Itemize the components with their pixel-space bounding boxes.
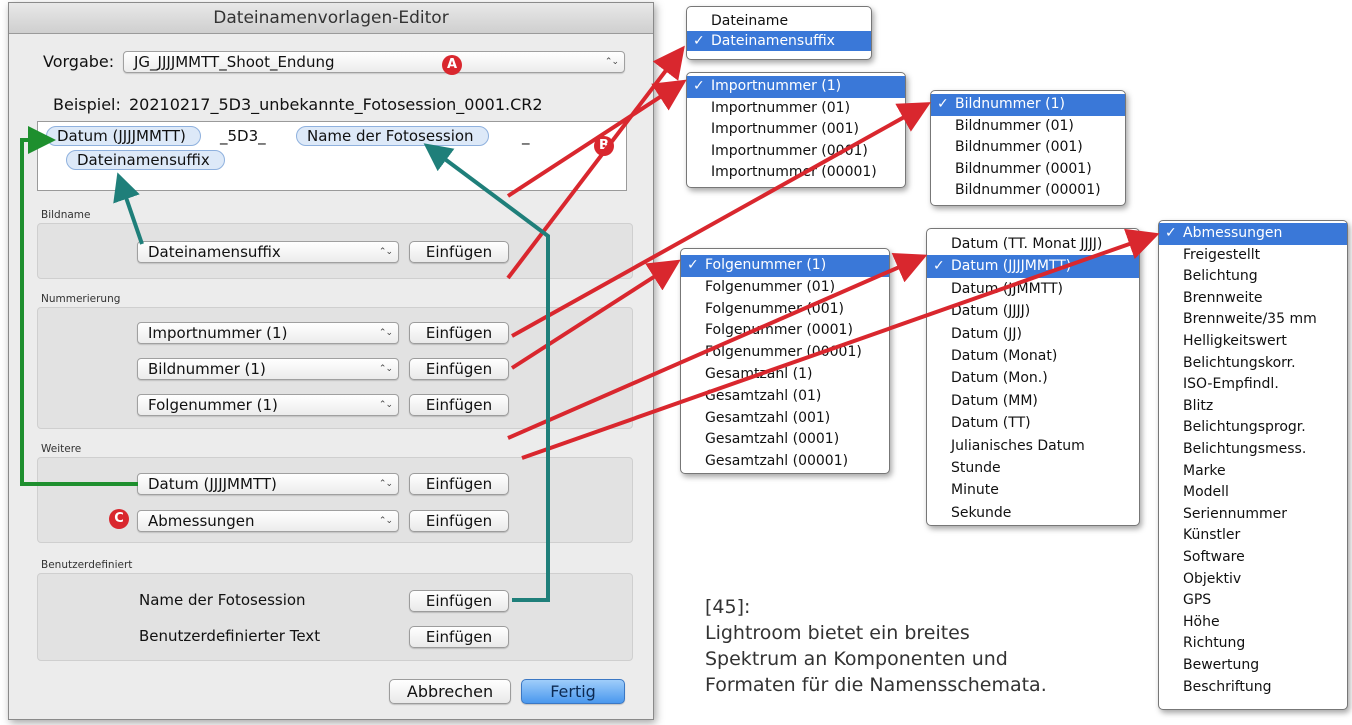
arrow-to-dimensions-menu [521, 228, 1160, 460]
annotation-arrows [20, 45, 1160, 602]
arrow-to-image-menu [511, 102, 931, 338]
figure-caption: [45]: Lightroom bietet ein breites Spekt… [705, 594, 1085, 698]
arrow-to-import-menu [506, 79, 687, 198]
arrow-date-to-token [20, 126, 138, 486]
caption-line: Spektrum an Komponenten und [705, 648, 1008, 670]
arrow-to-suffix-menu [506, 45, 685, 280]
arrow-suffix-to-token [113, 172, 144, 245]
arrow-session-to-token [423, 143, 550, 602]
arrow-to-sequence-menu [510, 259, 681, 370]
caption-ref: [45]: [705, 596, 751, 618]
caption-line: Lightroom bietet ein breites [705, 622, 970, 644]
arrow-to-date-menu [507, 252, 928, 440]
caption-line: Formaten für die Namensschemata. [705, 674, 1047, 696]
